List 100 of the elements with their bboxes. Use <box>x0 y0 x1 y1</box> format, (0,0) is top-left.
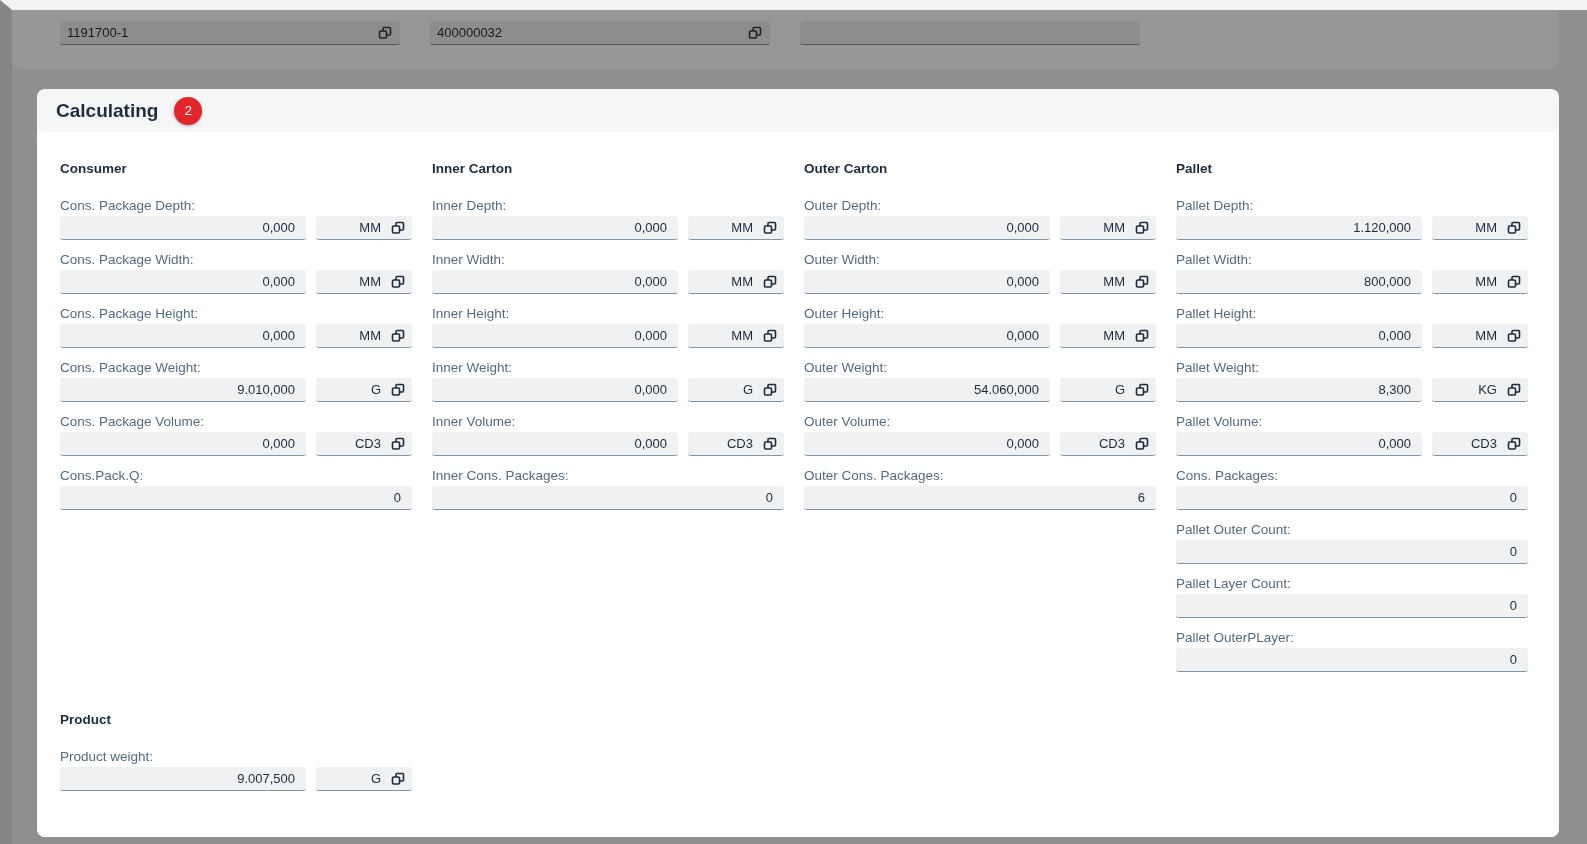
value-field[interactable]: 0,000 <box>1176 432 1422 456</box>
unit-field[interactable]: MM <box>1060 216 1156 240</box>
unit-field[interactable]: KG <box>1432 378 1528 402</box>
unit-field[interactable]: CD3 <box>1060 432 1156 456</box>
value-field[interactable]: 0 <box>432 486 784 510</box>
field-label: Pallet Depth: <box>1176 197 1255 215</box>
value-field[interactable]: 0 <box>60 486 412 510</box>
unit-field[interactable]: MM <box>316 324 412 348</box>
value-field[interactable]: 0,000 <box>60 270 306 294</box>
copy-icon[interactable] <box>1507 220 1521 235</box>
field-label: Outer Depth: <box>804 197 883 215</box>
value-field[interactable]: 0 <box>1176 486 1528 510</box>
unit-field[interactable]: MM <box>1060 270 1156 294</box>
copy-icon[interactable] <box>1135 220 1149 235</box>
field-label: Cons. Package Volume: <box>60 413 206 431</box>
unit-field[interactable]: CD3 <box>688 432 784 456</box>
group-title: Consumer <box>60 161 128 178</box>
unit-field[interactable]: MM <box>688 324 784 348</box>
value-field[interactable]: 0,000 <box>804 432 1050 456</box>
value-field[interactable]: 9.010,000 <box>60 378 306 402</box>
copy-icon[interactable] <box>1135 382 1149 397</box>
copy-icon[interactable] <box>1135 328 1149 343</box>
field-label: Inner Width: <box>432 251 506 269</box>
field-label: Outer Volume: <box>804 413 892 431</box>
unit-field[interactable]: CD3 <box>316 432 412 456</box>
value-field[interactable]: 0 <box>1176 648 1528 672</box>
value-field[interactable]: 0,000 <box>60 324 306 348</box>
field-label: Outer Weight: <box>804 359 889 377</box>
field-label: Cons. Package Weight: <box>60 359 202 377</box>
unit-field[interactable]: MM <box>1432 216 1528 240</box>
unit-field[interactable]: MM <box>1432 324 1528 348</box>
value-field[interactable]: 54.060,000 <box>804 378 1050 402</box>
value-field[interactable]: 0,000 <box>432 324 678 348</box>
copy-icon[interactable] <box>391 328 405 343</box>
field-label: Outer Cons. Packages: <box>804 467 945 485</box>
copy-icon[interactable] <box>1507 382 1521 397</box>
unit-field[interactable]: MM <box>688 216 784 240</box>
unit-field[interactable]: MM <box>688 270 784 294</box>
value-field[interactable]: 0,000 <box>432 432 678 456</box>
field-label: Outer Height: <box>804 305 886 323</box>
copy-icon[interactable] <box>1507 436 1521 451</box>
value-field[interactable]: 0,000 <box>432 378 678 402</box>
field-label: Inner Cons. Packages: <box>432 467 570 485</box>
field-label: Cons. Package Depth: <box>60 197 197 215</box>
copy-icon[interactable] <box>1507 328 1521 343</box>
field-label: Inner Weight: <box>432 359 514 377</box>
value-field[interactable]: 0 <box>1176 540 1528 564</box>
value-field[interactable]: 0,000 <box>804 324 1050 348</box>
value-field[interactable]: 0,000 <box>432 270 678 294</box>
value-field[interactable]: 0,000 <box>60 216 306 240</box>
copy-icon[interactable] <box>763 220 777 235</box>
field-label: Outer Width: <box>804 251 881 269</box>
value-field[interactable]: 0,000 <box>804 270 1050 294</box>
unit-field[interactable]: G <box>688 378 784 402</box>
copy-icon[interactable] <box>763 436 777 451</box>
field-label: Cons. Packages: <box>1176 467 1280 485</box>
unit-field[interactable]: MM <box>1432 270 1528 294</box>
field-label: Inner Depth: <box>432 197 508 215</box>
unit-field[interactable]: G <box>1060 378 1156 402</box>
value-field[interactable]: 6 <box>804 486 1156 510</box>
field-label: Pallet Width: <box>1176 251 1253 269</box>
section-title: Calculating <box>56 99 159 122</box>
field-label: Inner Volume: <box>432 413 517 431</box>
value-field[interactable]: 800,000 <box>1176 270 1422 294</box>
copy-icon[interactable] <box>391 771 405 786</box>
copy-icon[interactable] <box>391 220 405 235</box>
field-label: Product weight: <box>60 748 155 766</box>
value-field[interactable]: 0,000 <box>804 216 1050 240</box>
value-field[interactable]: 9.007,500 <box>60 767 306 791</box>
input-field[interactable]: 1191700-1 <box>60 21 400 45</box>
copy-icon[interactable] <box>391 274 405 289</box>
value-field[interactable]: 0,000 <box>60 432 306 456</box>
field-label: Pallet Layer Count: <box>1176 575 1292 593</box>
copy-icon[interactable] <box>763 328 777 343</box>
unit-field[interactable]: CD3 <box>1432 432 1528 456</box>
field-label: Cons. Package Height: <box>60 305 200 323</box>
input-field[interactable] <box>800 21 1140 45</box>
field-label: Pallet Outer Count: <box>1176 521 1292 539</box>
copy-icon[interactable] <box>1507 274 1521 289</box>
copy-icon[interactable] <box>1135 436 1149 451</box>
unit-field[interactable]: MM <box>1060 324 1156 348</box>
copy-icon[interactable] <box>391 436 405 451</box>
unit-field[interactable]: MM <box>316 270 412 294</box>
group-title: Pallet <box>1176 161 1214 178</box>
value-field[interactable]: 0 <box>1176 594 1528 618</box>
group-title: Product <box>60 712 112 729</box>
unit-field[interactable]: G <box>316 378 412 402</box>
field-label: Pallet OuterPLayer: <box>1176 629 1295 647</box>
input-field[interactable]: 400000032 <box>430 21 770 45</box>
value-field[interactable]: 8,300 <box>1176 378 1422 402</box>
copy-icon[interactable] <box>763 382 777 397</box>
copy-icon[interactable] <box>391 382 405 397</box>
unit-field[interactable]: G <box>316 767 412 791</box>
copy-icon[interactable] <box>763 274 777 289</box>
value-field[interactable]: 0,000 <box>1176 324 1422 348</box>
value-field[interactable]: 0,000 <box>432 216 678 240</box>
field-label: Pallet Height: <box>1176 305 1258 323</box>
value-field[interactable]: 1.120,000 <box>1176 216 1422 240</box>
unit-field[interactable]: MM <box>316 216 412 240</box>
copy-icon[interactable] <box>1135 274 1149 289</box>
